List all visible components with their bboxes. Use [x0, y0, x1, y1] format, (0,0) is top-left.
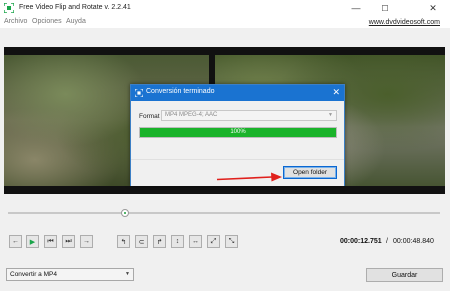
app-logo-icon [135, 89, 143, 97]
diagonal-flip-icon: ⤢ [210, 237, 217, 245]
menu-opciones[interactable]: Opciones [32, 18, 62, 25]
rotate-180-button[interactable]: ⊂ [135, 235, 148, 248]
rotate-right-icon: ↱ [156, 238, 163, 246]
dialog-title: Conversión terminado [146, 88, 215, 95]
close-button[interactable]: ✕ [425, 1, 441, 15]
play-button[interactable]: ▶ [26, 235, 39, 248]
menu-bar: Archivo Opciones Auyda www.dvdvideosoft.… [0, 17, 450, 28]
window-title: Free Video Flip and Rotate v. 2.2.41 [19, 4, 131, 11]
rotate-left-button[interactable]: ↰ [117, 235, 130, 248]
total-time: 00:00:48.840 [393, 238, 434, 245]
title-bar: Free Video Flip and Rotate v. 2.2.41 — ☐… [0, 0, 450, 17]
seek-thumb[interactable] [120, 209, 129, 217]
progress-bar: 100% [139, 127, 337, 138]
time-separator: / [386, 238, 388, 245]
flip-horizontal-button[interactable]: ↔ [189, 235, 202, 248]
flip-vertical-icon: ↕ [175, 238, 180, 245]
minimize-button[interactable]: — [348, 1, 364, 15]
play-icon: ▶ [29, 238, 36, 246]
skip-forward-icon: ⏭ [65, 237, 72, 245]
flip-vertical-button[interactable]: ↕ [171, 235, 184, 248]
format-label: Format [139, 113, 160, 120]
diagonal-flip-alt-button[interactable]: ⤡ [225, 235, 238, 248]
rotate-left-icon: ↰ [120, 238, 127, 246]
save-button[interactable]: Guardar [366, 268, 443, 282]
menu-ayuda[interactable]: Auyda [66, 18, 86, 25]
app-logo-icon [4, 3, 14, 13]
open-folder-button[interactable]: Open folder [283, 166, 337, 179]
conversion-dialog: Conversión terminado ✕ Format MP4 MPEG-4… [130, 84, 345, 186]
prev-icon: ← [12, 238, 19, 245]
format-select: MP4 MPEG-4; AAC ▼ [161, 110, 337, 121]
progress-text: 100% [230, 129, 246, 135]
prev-frame-button[interactable]: ← [9, 235, 22, 248]
annotation-arrow-icon [216, 172, 282, 182]
chevron-down-icon: ▼ [328, 112, 333, 118]
current-time: 00:00:12.751 [340, 238, 382, 245]
next-icon: → [83, 238, 90, 245]
format-value: MP4 MPEG-4; AAC [165, 112, 218, 118]
rotate-180-icon: ⊂ [138, 238, 145, 246]
convert-format-select[interactable]: Convertir a MP4 ▼ [6, 268, 134, 281]
seek-track[interactable] [8, 212, 440, 214]
skip-forward-button[interactable]: ⏭ [62, 235, 75, 248]
skip-back-icon: ⏮ [47, 237, 54, 245]
website-link[interactable]: www.dvdvideosoft.com [369, 19, 440, 26]
convert-format-value: Convertir a MP4 [10, 271, 57, 278]
diagonal-flip-alt-icon: ⤡ [228, 237, 235, 245]
chevron-down-icon: ▼ [125, 271, 130, 277]
rotate-right-button[interactable]: ↱ [153, 235, 166, 248]
menu-archivo[interactable]: Archivo [4, 18, 27, 25]
dialog-title-bar: Conversión terminado ✕ [131, 85, 344, 101]
skip-back-button[interactable]: ⏮ [44, 235, 57, 248]
dialog-close-button[interactable]: ✕ [332, 87, 340, 98]
next-frame-button[interactable]: → [80, 235, 93, 248]
diagonal-flip-button[interactable]: ⤢ [207, 235, 220, 248]
maximize-button[interactable]: ☐ [377, 1, 393, 15]
flip-horizontal-icon: ↔ [192, 238, 199, 245]
